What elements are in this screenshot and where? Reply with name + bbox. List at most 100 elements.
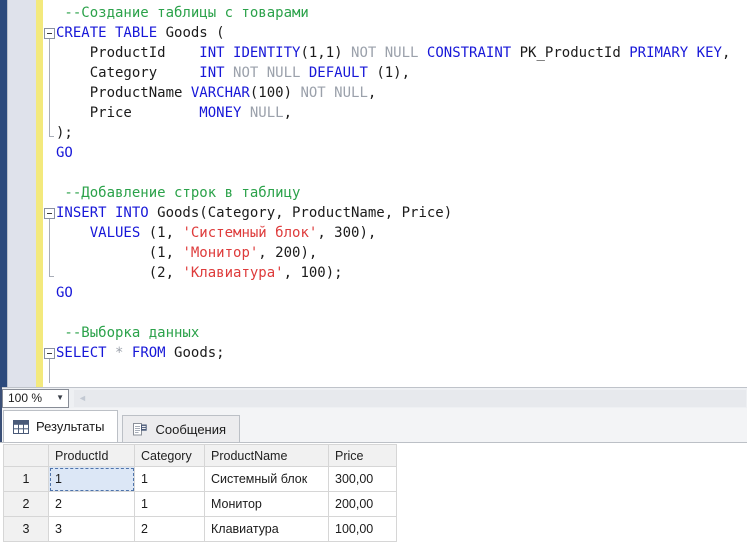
code-line[interactable]: --Выборка данных [43,323,747,343]
code-text: (2, 'Клавиатура', 100); [56,263,343,283]
zoom-level-select[interactable]: 100 % ▼ [2,389,69,408]
grid-column-header[interactable]: ProductName [205,445,329,467]
code-text: --Добавление строк в таблицу [56,183,300,203]
fold-toggle-icon[interactable] [43,23,56,43]
code-token: (1, [140,225,182,241]
code-line[interactable] [43,363,747,383]
grid-header-row: ProductIdCategoryProductNamePrice [4,445,397,467]
code-token: PK_ProductId [511,45,629,61]
code-token: VALUES [90,225,141,241]
tab-messages[interactable]: Сообщения [122,415,240,442]
grid-row-number[interactable]: 2 [4,492,49,517]
code-token: VARCHAR [191,85,250,101]
code-token: ); [56,125,73,141]
code-line[interactable]: --Создание таблицы с товарами [43,3,747,23]
code-token: ProductName [56,85,191,101]
code-line[interactable]: INSERT INTO Goods(Category, ProductName,… [43,203,747,223]
code-token: , 200), [258,245,317,261]
code-line[interactable]: GO [43,283,747,303]
code-token: , [284,105,292,121]
fold-margin [43,103,56,123]
code-token: NOT NULL [300,85,367,101]
code-line[interactable]: --Добавление строк в таблицу [43,183,747,203]
code-line[interactable]: ); [43,123,747,143]
code-text: ProductName VARCHAR(100) NOT NULL, [56,83,376,103]
chevron-down-icon: ▼ [56,394,64,402]
grid-cell[interactable]: 2 [135,517,205,542]
code-token [56,225,90,241]
grid-corner-cell[interactable] [4,445,49,467]
grid-cell[interactable]: 1 [135,467,205,492]
grid-cell[interactable]: Системный блок [205,467,329,492]
code-text: Category INT NOT NULL DEFAULT (1), [56,63,410,83]
fold-margin [43,303,56,323]
horizontal-scrollbar[interactable]: ◄ [74,390,746,407]
code-line[interactable]: Category INT NOT NULL DEFAULT (1), [43,63,747,83]
code-text: GO [56,143,73,163]
code-line[interactable]: Price MONEY NULL, [43,103,747,123]
grid-row-number[interactable]: 3 [4,517,49,542]
tab-results[interactable]: Результаты [3,410,118,442]
results-grid-icon [13,420,29,434]
code-token: FROM [132,345,166,361]
tab-label: Сообщения [155,422,226,437]
code-token: (1,1) [300,45,351,61]
code-token: 'Системный блок' [182,225,317,241]
code-text: INSERT INTO Goods(Category, ProductName,… [56,203,452,223]
code-token: , 100); [284,265,343,281]
code-token: --Выборка данных [56,325,199,341]
code-token: NULL [250,105,284,121]
code-token [418,45,426,61]
fold-margin [43,223,56,243]
grid-cell[interactable]: 200,00 [329,492,397,517]
code-token: MONEY [199,105,250,121]
code-line[interactable]: SELECT * FROM Goods; [43,343,747,363]
grid-row-number[interactable]: 1 [4,467,49,492]
code-token: ProductId [56,45,199,61]
code-token: CONSTRAINT [427,45,511,61]
code-line[interactable] [43,303,747,323]
fold-margin [43,163,56,183]
scroll-left-icon[interactable]: ◄ [78,393,87,404]
code-line[interactable] [43,163,747,183]
fold-margin [43,123,56,143]
grid-column-header[interactable]: Price [329,445,397,467]
grid-column-header[interactable]: Category [135,445,205,467]
fold-margin [43,83,56,103]
messages-icon [132,422,148,437]
code-token: , [722,45,730,61]
grid-cell[interactable]: 100,00 [329,517,397,542]
code-text: --Создание таблицы с товарами [56,3,309,23]
grid-cell[interactable]: Клавиатура [205,517,329,542]
code-token: Goods; [166,345,225,361]
grid-cell[interactable]: 300,00 [329,467,397,492]
code-lines: --Создание таблицы с товарамиCREATE TABL… [43,0,747,387]
fold-toggle-icon[interactable] [43,203,56,223]
code-line[interactable]: CREATE TABLE Goods ( [43,23,747,43]
zoom-level-value: 100 % [8,391,42,405]
grid-cell[interactable]: 1 [49,467,135,492]
code-token: PRIMARY KEY [629,45,722,61]
code-line[interactable]: GO [43,143,747,163]
code-line[interactable]: (1, 'Монитор', 200), [43,243,747,263]
code-line[interactable]: ProductId INT IDENTITY(1,1) NOT NULL CON… [43,43,747,63]
fold-margin [43,263,56,283]
results-grid: ProductIdCategoryProductNamePrice111Сист… [3,444,397,542]
fold-toggle-icon[interactable] [43,343,56,363]
grid-row: 332Клавиатура100,00 [4,517,397,542]
code-token: 'Клавиатура' [182,265,283,281]
code-text: SELECT * FROM Goods; [56,343,225,363]
grid-cell[interactable]: Монитор [205,492,329,517]
grid-cell[interactable]: 3 [49,517,135,542]
grid-column-header[interactable]: ProductId [49,445,135,467]
code-line[interactable]: VALUES (1, 'Системный блок', 300), [43,223,747,243]
fold-margin [43,323,56,343]
code-token: , [368,85,376,101]
sql-editor-pane[interactable]: --Создание таблицы с товарамиCREATE TABL… [0,0,747,387]
results-tab-bar: Результаты Сообщения [0,408,747,442]
code-line[interactable]: ProductName VARCHAR(100) NOT NULL, [43,83,747,103]
grid-cell[interactable]: 2 [49,492,135,517]
grid-cell[interactable]: 1 [135,492,205,517]
grid-row: 221Монитор200,00 [4,492,397,517]
code-line[interactable]: (2, 'Клавиатура', 100); [43,263,747,283]
